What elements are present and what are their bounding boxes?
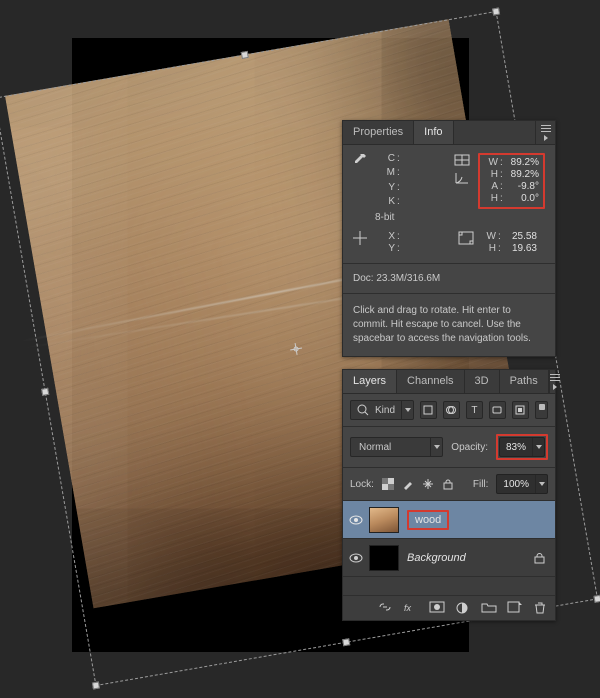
value-w: 89.2% [505,157,539,168]
info-color-readout: C: M: Y: K: [353,153,436,209]
value-doc-h: 19.63 [503,243,537,254]
label-doc-h: H [482,243,496,254]
lock-all-icon[interactable] [442,478,455,491]
label-c: C [381,153,395,166]
layer-thumbnail[interactable] [369,507,399,533]
label-a: A [484,181,498,192]
link-layers-icon[interactable] [377,601,393,615]
transform-handle[interactable] [492,7,500,15]
info-docdim-readout: W:25.58 H:19.63 [458,231,537,254]
fill-field[interactable]: 100% [496,474,548,494]
panel-flyout-menu[interactable] [535,121,555,144]
visibility-toggle[interactable] [343,553,369,563]
label-y: Y [381,182,395,195]
filter-shape-icon[interactable] [489,401,506,419]
fx-icon[interactable]: fx [403,601,419,615]
layer-name[interactable]: wood [415,514,441,526]
transform-handle[interactable] [41,387,49,395]
value-a: -9.8° [505,181,539,192]
label-skew-h: H [484,193,498,204]
layer-thumbnail[interactable] [369,545,399,571]
tool-hint-text: Click and drag to rotate. Hit enter to c… [353,304,545,346]
fill-label: Fill: [473,479,489,490]
lock-icon [534,552,545,564]
opacity-label: Opacity: [451,442,488,453]
blend-mode-value: Normal [351,442,399,453]
highlight-layer-name: wood [407,510,449,530]
fill-value: 100% [497,479,535,490]
value-doc-w: 25.58 [503,231,537,242]
tab-channels[interactable]: Channels [397,370,464,393]
transform-handle[interactable] [241,51,249,59]
lock-position-icon[interactable] [422,478,435,491]
info-panel: Properties Info C: M: Y: K: [342,120,556,357]
value-h: 89.2% [505,169,539,180]
lock-pixels-icon[interactable] [402,478,415,491]
tab-paths[interactable]: Paths [500,370,549,393]
layer-list: wood Background [343,501,555,595]
layers-bottom-bar: fx [343,595,555,620]
layers-filter-row: Kind T [343,394,555,427]
bit-depth: 8-bit [375,212,545,223]
layer-row-wood[interactable]: wood [343,501,555,539]
bounds-icon [458,231,476,254]
label-y: Y [381,243,395,254]
info-position-readout: X: Y: [353,231,436,254]
adjustment-icon[interactable] [455,601,471,615]
opacity-field[interactable]: 83% [499,437,545,457]
label-m: M [381,167,395,180]
tab-layers[interactable]: Layers [343,370,397,393]
tab-properties[interactable]: Properties [343,121,414,144]
label-k: K [381,196,395,209]
label-h: H [484,169,498,180]
dimensions-icon [454,154,470,168]
blend-opacity-row: Normal Opacity: 83% [343,427,555,468]
filter-kind-label: Kind [369,405,401,416]
panel-flyout-menu[interactable] [549,370,560,393]
filter-adjustment-icon[interactable] [443,401,460,419]
transform-handle[interactable] [92,681,100,689]
label-doc-w: W [482,231,496,242]
highlight-transform-values: W:89.2% H:89.2% A:-9.8° H:0.0° [478,153,545,209]
lock-transparency-icon[interactable] [382,478,395,491]
layers-panel: Layers Channels 3D Paths Kind T Normal [342,369,556,621]
transform-handle[interactable] [593,595,600,603]
trash-icon[interactable] [533,601,549,615]
layers-panel-tabbar: Layers Channels 3D Paths [343,370,555,394]
transform-handle[interactable] [342,638,350,646]
info-transform-readout: W:89.2% H:89.2% A:-9.8° H:0.0° [454,153,545,209]
lock-label: Lock: [350,479,374,490]
layer-name[interactable]: Background [407,552,466,564]
mask-icon[interactable] [429,601,445,615]
blend-mode-dropdown[interactable]: Normal [350,437,443,457]
filter-pixel-icon[interactable] [420,401,437,419]
angle-icon [454,171,470,185]
layer-row-background[interactable]: Background [343,539,555,577]
value-skew-h: 0.0° [505,193,539,204]
crosshair-icon [353,231,375,254]
filter-type-icon[interactable]: T [466,401,483,419]
transform-center-icon[interactable] [289,342,303,356]
tab-3d[interactable]: 3D [465,370,500,393]
filter-smart-icon[interactable] [512,401,529,419]
label-x: X [381,231,395,242]
label-w: W [484,157,498,168]
new-layer-icon[interactable] [507,601,523,615]
group-icon[interactable] [481,601,497,615]
opacity-value: 83% [500,442,532,453]
lock-fill-row: Lock: Fill: 100% [343,468,555,501]
filter-kind-dropdown[interactable]: Kind [350,400,414,420]
filter-toggle-switch[interactable] [535,401,548,419]
doc-size-text: Doc: 23.3M/316.6M [353,273,545,284]
visibility-toggle[interactable] [343,515,369,525]
svg-text:fx: fx [404,603,412,613]
info-panel-tabbar: Properties Info [343,121,555,145]
eyedropper-icon [353,153,375,209]
highlight-opacity: 83% [496,434,548,460]
tab-info[interactable]: Info [414,121,453,144]
